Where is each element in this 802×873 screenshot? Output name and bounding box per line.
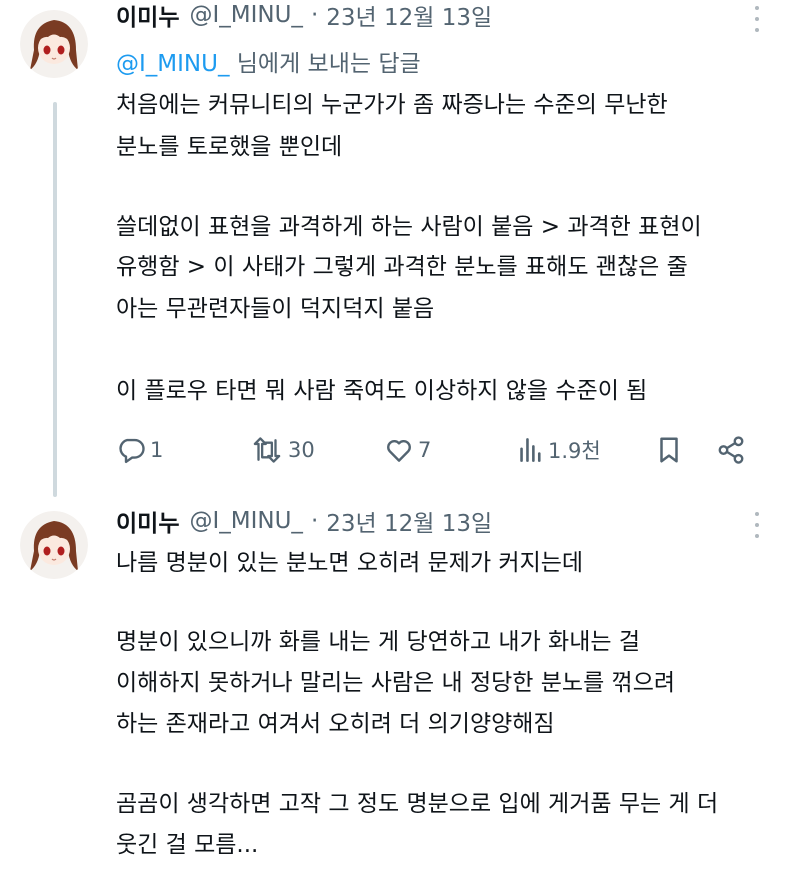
view-count: 1.9천 — [548, 439, 601, 463]
bookmark-icon — [654, 435, 684, 465]
thread-line — [53, 102, 57, 497]
tweet-actions: 1 30 7 1.9천 — [116, 432, 756, 468]
user-handle[interactable]: @I_MINU_ — [189, 2, 302, 28]
avatar[interactable] — [20, 511, 88, 579]
display-name[interactable]: 이미누 — [116, 0, 179, 32]
tweet-date[interactable]: 23년 12월 13일 — [326, 0, 492, 32]
tweet-text-line: 쓸데없이 표현을 과격하게 하는 사람이 붙음 > 과격한 표현이 — [116, 214, 702, 240]
tweet-text-line: 이해하지 못하거나 말리는 사람은 내 정당한 분노를 꺾으려 — [116, 670, 676, 696]
user-handle[interactable]: @I_MINU_ — [189, 508, 302, 534]
views-chart-icon — [518, 435, 544, 465]
views-button[interactable]: 1.9천 — [518, 432, 601, 468]
reply-count: 1 — [150, 438, 164, 462]
more-options-icon[interactable] — [752, 512, 762, 538]
tweet-text-line: 분노를 토로했을 뿐인데 — [116, 134, 343, 160]
more-options-icon[interactable] — [752, 6, 762, 32]
tweet-text-line: 유행함 > 이 사태가 그렇게 과격한 분노를 표해도 괜찮은 줄 — [116, 254, 688, 280]
tweet-text-line: 이 플로우 타면 뭐 사람 죽여도 이상하지 않을 수준이 됨 — [116, 378, 648, 404]
separator-dot: · — [310, 508, 319, 534]
reply-mention-link[interactable]: @I_MINU_ — [116, 51, 229, 77]
retweet-button[interactable]: 30 — [250, 432, 315, 468]
share-icon — [716, 435, 746, 465]
like-count: 7 — [418, 438, 432, 462]
tweet-header: 이미누 @I_MINU_ · 23년 12월 13일 — [116, 504, 492, 538]
retweet-icon — [250, 435, 284, 465]
bookmark-button[interactable] — [654, 432, 684, 468]
reply-icon — [116, 435, 146, 465]
tweet-text-line: 처음에는 커뮤니티의 누군가가 좀 짜증나는 수준의 무난한 — [116, 92, 668, 118]
reply-button[interactable]: 1 — [116, 432, 163, 468]
display-name[interactable]: 이미누 — [116, 504, 179, 538]
reply-to-label: @I_MINU_ 님에게 보내는 답글 — [116, 44, 421, 78]
like-button[interactable]: 7 — [384, 432, 431, 468]
retweet-count: 30 — [288, 438, 315, 462]
share-button[interactable] — [716, 432, 746, 468]
tweet-text-line: 아는 무관련자들이 덕지덕지 붙음 — [116, 296, 435, 322]
tweet-text-line: 웃긴 걸 모름... — [116, 832, 259, 858]
tweet-text-line: 나름 명분이 있는 분노면 오히려 문제가 커지는데 — [116, 550, 584, 576]
tweet-text-line: 명분이 있으니까 화를 내는 게 당연하고 내가 화내는 걸 — [116, 629, 641, 655]
heart-icon — [384, 435, 414, 465]
reply-suffix: 님에게 보내는 답글 — [229, 51, 421, 77]
separator-dot: · — [310, 2, 319, 28]
tweet-header: 이미누 @I_MINU_ · 23년 12월 13일 — [116, 0, 492, 32]
tweet-date[interactable]: 23년 12월 13일 — [326, 504, 492, 538]
avatar[interactable] — [20, 10, 88, 78]
tweet-text-line: 곰곰이 생각하면 고작 그 정도 명분으로 입에 게거품 무는 게 더 — [116, 791, 719, 817]
tweet-text-line: 하는 존재라고 여겨서 오히려 더 의기양양해짐 — [116, 711, 555, 737]
